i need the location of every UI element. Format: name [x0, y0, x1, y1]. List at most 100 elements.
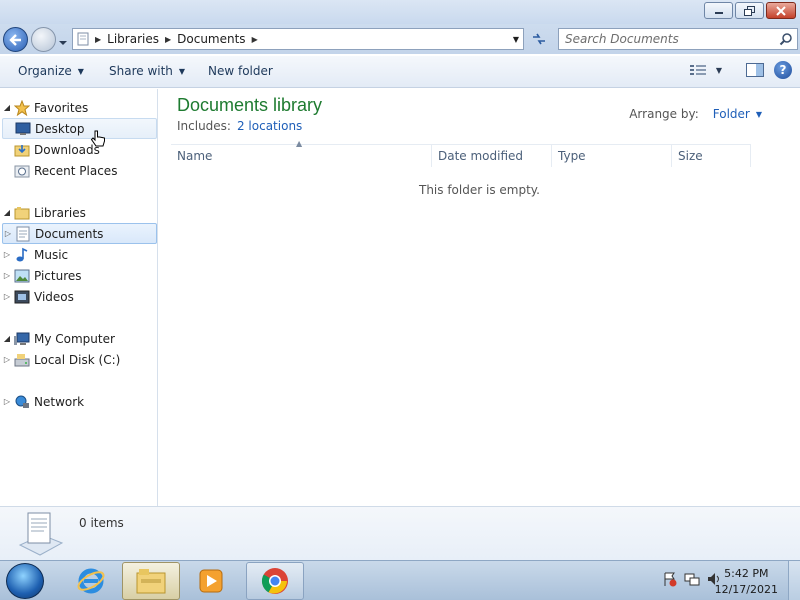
nav-network[interactable]: ▷ Network [2, 391, 157, 412]
view-controls: ▼ ? [689, 61, 792, 79]
organize-menu[interactable]: Organize ▼ [18, 64, 84, 78]
empty-folder-message: This folder is empty. [419, 183, 540, 197]
close-icon [776, 5, 786, 16]
taskbar-clock[interactable]: 5:42 PM 12/17/2021 [715, 566, 778, 598]
chrome-icon [261, 568, 288, 594]
breadcrumb-separator-icon[interactable]: ▶ [252, 35, 258, 44]
collapsed-arrow-icon[interactable]: ▷ [2, 397, 12, 406]
command-bar: Organize ▼ Share with ▼ New folder ▼ ? [0, 56, 800, 88]
hand-cursor-icon [90, 130, 106, 153]
preview-pane-icon[interactable] [746, 63, 764, 77]
breadcrumb: ▶ Libraries ▶ Documents ▶ [73, 32, 509, 46]
clock-time: 5:42 PM [724, 567, 769, 580]
collapsed-arrow-icon[interactable]: ▷ [2, 292, 12, 301]
file-list-pane[interactable]: Documents library Includes: 2 locations A… [159, 89, 800, 506]
chevron-down-icon [59, 41, 67, 45]
network-status-icon[interactable] [684, 571, 700, 587]
new-folder-button[interactable]: New folder [208, 64, 273, 78]
navigation-pane[interactable]: ◢ Favorites Desktop Downloads Recent Pla… [0, 89, 158, 506]
arrange-by-value: Folder [712, 107, 750, 121]
arrange-by-label: Arrange by: [629, 107, 699, 121]
system-tray [662, 571, 722, 587]
collapsed-arrow-icon[interactable]: ▷ [2, 355, 12, 364]
breadcrumb-separator-icon[interactable]: ▶ [95, 35, 101, 44]
nav-libraries[interactable]: ◢ Libraries [2, 202, 157, 223]
arrange-by: Arrange by: Folder ▼ [629, 107, 762, 121]
search-input[interactable] [559, 32, 775, 46]
taskbar-chrome[interactable] [246, 562, 304, 600]
nav-item-desktop[interactable]: Desktop [2, 118, 157, 139]
column-headers: ▲ Name Date modified Type Size [171, 139, 751, 167]
details-pane: 0 items [0, 506, 800, 560]
arrange-by-dropdown[interactable]: Folder ▼ [713, 107, 762, 121]
locations-link[interactable]: 2 locations [237, 119, 302, 133]
taskbar: 5:42 PM 12/17/2021 [0, 560, 800, 600]
collapsed-arrow-icon[interactable]: ▷ [2, 250, 12, 259]
nav-item-label: Videos [34, 289, 74, 304]
breadcrumb-documents[interactable]: Documents [177, 32, 245, 46]
chevron-down-icon: ▼ [77, 66, 84, 76]
nav-item-label: Local Disk (C:) [34, 352, 121, 367]
minimize-button[interactable] [704, 2, 733, 19]
help-icon[interactable]: ? [774, 61, 792, 79]
window-controls [704, 2, 796, 19]
nav-item-local-disk[interactable]: ▷ Local Disk (C:) [2, 349, 157, 370]
refresh-icon [533, 33, 545, 45]
close-button[interactable] [766, 2, 796, 19]
nav-item-label: Music [34, 247, 69, 262]
includes-label: Includes: [177, 119, 231, 133]
refresh-button[interactable] [527, 28, 551, 50]
breadcrumb-libraries[interactable]: Libraries [107, 32, 159, 46]
collapsed-arrow-icon[interactable]: ▷ [2, 271, 12, 280]
nav-my-computer[interactable]: ◢ My Computer [2, 328, 157, 349]
chevron-down-icon: ▼ [755, 109, 762, 119]
column-header-name[interactable]: Name [171, 145, 432, 167]
library-title: Documents library [177, 95, 323, 115]
collapsed-arrow-icon[interactable]: ▷ [3, 229, 13, 238]
show-desktop-button[interactable] [788, 561, 800, 600]
recent-places-icon [14, 163, 30, 179]
taskbar-file-explorer[interactable] [122, 562, 180, 600]
view-options-dropdown[interactable]: ▼ [716, 66, 722, 75]
star-icon [14, 99, 30, 116]
expand-arrow-icon[interactable]: ◢ [2, 103, 12, 112]
internet-explorer-icon [77, 568, 105, 594]
column-header-date-modified[interactable]: Date modified [432, 145, 552, 167]
column-header-size[interactable]: Size [672, 145, 751, 167]
column-header-type[interactable]: Type [552, 145, 672, 167]
restore-icon [743, 5, 755, 16]
recent-pages-dropdown[interactable] [58, 35, 68, 49]
taskbar-media-player[interactable] [182, 562, 240, 600]
item-count: 0 items [79, 516, 124, 530]
forward-button[interactable] [31, 27, 56, 52]
expand-arrow-icon[interactable]: ◢ [2, 334, 12, 343]
action-center-flag-icon[interactable] [662, 571, 678, 587]
nav-item-documents[interactable]: ▷ Documents [2, 223, 157, 244]
new-folder-label: New folder [208, 64, 273, 78]
taskbar-internet-explorer[interactable] [62, 562, 120, 600]
window-titlebar[interactable] [0, 0, 800, 24]
nav-favorites[interactable]: ◢ Favorites [2, 97, 157, 118]
breadcrumb-separator-icon[interactable]: ▶ [165, 35, 171, 44]
share-with-menu[interactable]: Share with ▼ [109, 64, 185, 78]
nav-item-music[interactable]: ▷ Music [2, 244, 157, 265]
address-bar[interactable]: ▶ Libraries ▶ Documents ▶ ▼ [72, 28, 524, 50]
nav-item-downloads[interactable]: Downloads [2, 139, 157, 160]
expand-arrow-icon[interactable]: ◢ [2, 208, 12, 217]
nav-network-label: Network [34, 394, 85, 409]
nav-item-videos[interactable]: ▷ Videos [2, 286, 157, 307]
back-button[interactable] [3, 27, 28, 52]
nav-libraries-label: Libraries [34, 205, 86, 220]
pictures-icon [14, 268, 30, 284]
restore-button[interactable] [735, 2, 764, 19]
nav-item-recent-places[interactable]: Recent Places [2, 160, 157, 181]
address-history-dropdown[interactable]: ▼ [509, 35, 523, 44]
change-view-icon[interactable] [689, 64, 706, 76]
network-icon [14, 394, 30, 410]
organize-label: Organize [18, 64, 72, 78]
start-button[interactable] [6, 563, 44, 599]
nav-favorites-label: Favorites [34, 100, 89, 115]
search-icon[interactable] [775, 32, 797, 46]
documents-library-icon [16, 511, 64, 560]
nav-item-pictures[interactable]: ▷ Pictures [2, 265, 157, 286]
